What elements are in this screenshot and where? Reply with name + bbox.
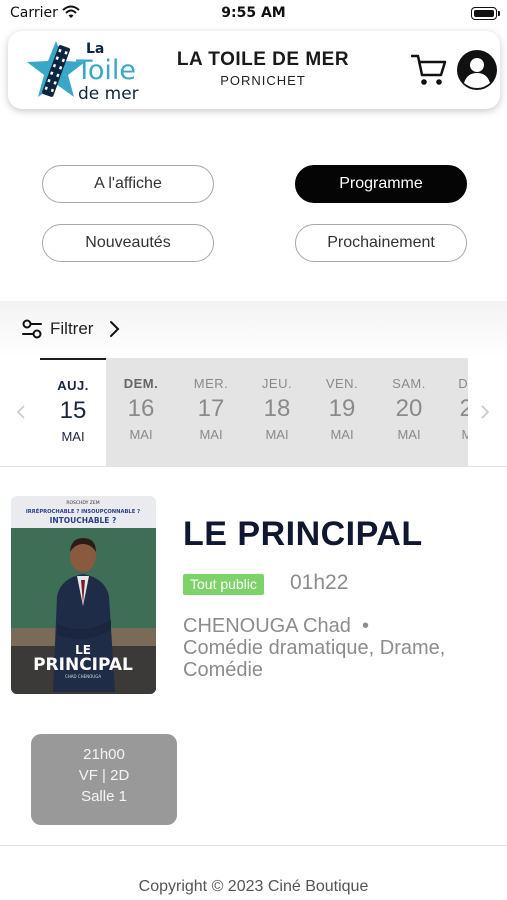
tab-programme[interactable]: Programme <box>295 165 467 203</box>
status-bar: Carrier 9:55 AM <box>0 0 507 28</box>
account-icon[interactable] <box>457 50 497 90</box>
movie-meta: CHENOUGA Chad • Comédie dramatique, Dram… <box>183 615 483 681</box>
date-item[interactable]: VEN. 19 MAI <box>309 358 375 468</box>
date-month: MAI <box>61 429 85 444</box>
date-dow: DIM. <box>458 376 468 391</box>
cinema-city: PORNICHET <box>220 73 306 88</box>
poster-credit: CHAD CHENOUGA <box>65 674 101 679</box>
filter-icon[interactable] <box>22 319 42 339</box>
showtime-room: Salle 1 <box>81 788 127 805</box>
movie-director: CHENOUGA Chad <box>183 615 351 637</box>
poster-tagline-1: IRRÉPROCHABLE ? INSOUPÇONNABLE ? <box>26 507 140 515</box>
date-month: MAI <box>461 427 468 442</box>
date-item[interactable]: DEM. 16 MAI <box>108 358 174 468</box>
date-item[interactable]: JEU. 18 MAI <box>244 358 310 468</box>
date-month: MAI <box>199 427 223 442</box>
chevron-right-icon[interactable] <box>478 402 492 422</box>
app-header: La Toile de mer LA TOILE DE MER PORNICHE… <box>8 31 500 109</box>
copyright: Copyright © 2023 Ciné Boutique <box>138 878 369 895</box>
showtime-button[interactable]: 21h00 VF | 2D Salle 1 <box>31 734 177 825</box>
date-day: 20 <box>395 395 423 422</box>
date-dow: MER. <box>193 376 229 391</box>
date-item[interactable]: MER. 17 MAI <box>178 358 244 468</box>
chevron-right-icon[interactable] <box>108 320 120 338</box>
movie-genres: Comédie dramatique, Drame, Comédie <box>183 637 446 681</box>
date-day: 16 <box>127 395 155 422</box>
logo-demer: de mer <box>78 84 139 103</box>
date-dow: DEM. <box>123 376 159 391</box>
date-day: 18 <box>263 395 291 422</box>
date-day: 17 <box>197 395 225 422</box>
date-dow: SAM. <box>392 376 426 391</box>
date-selector: AUJ. 15 MAI DEM. 16 MAI MER. 17 MAI JEU.… <box>40 358 468 468</box>
tab-prochainement[interactable]: Prochainement <box>295 224 467 262</box>
movie-poster[interactable]: ROSCHDY ZEM IRRÉPROCHABLE ? INSOUPÇONNAB… <box>11 496 156 694</box>
logo-toile: Toile <box>75 55 136 86</box>
cart-icon[interactable] <box>411 53 447 87</box>
date-item[interactable]: AUJ. 15 MAI <box>40 358 106 468</box>
poster-top-tag: ROSCHDY ZEM <box>66 500 99 506</box>
battery-icon <box>471 7 500 20</box>
date-month: MAI <box>330 427 354 442</box>
filter-button[interactable]: Filtrer <box>50 319 93 339</box>
date-month: MAI <box>397 427 421 442</box>
movie-title[interactable]: LE PRINCIPAL <box>183 515 423 554</box>
movie-duration: 01h22 <box>290 571 349 594</box>
separator-dot: • <box>350 615 369 637</box>
date-item[interactable]: DIM. 21 MAI <box>440 358 468 468</box>
showtime-time: 21h00 <box>83 746 125 763</box>
poster-tagline-2: INTOUCHABLE ? <box>50 516 117 525</box>
date-day: 15 <box>59 397 87 424</box>
rating-badge: Tout public <box>183 574 264 595</box>
tab-a-laffiche[interactable]: A l'affiche <box>42 165 214 203</box>
divider <box>0 845 507 846</box>
cinema-name: LA TOILE DE MER <box>176 49 350 70</box>
date-day: 19 <box>328 395 356 422</box>
clock: 9:55 AM <box>221 5 286 21</box>
chevron-left-icon[interactable] <box>14 402 28 422</box>
cinema-logo[interactable]: La Toile de mer <box>16 37 156 103</box>
date-dow: AUJ. <box>57 378 89 393</box>
tab-nouveautes[interactable]: Nouveautés <box>42 224 214 262</box>
date-item[interactable]: SAM. 20 MAI <box>376 358 442 468</box>
date-day: 21 <box>459 395 468 422</box>
poster-title-line2: PRINCIPAL <box>33 655 133 675</box>
date-dow: JEU. <box>261 376 293 391</box>
date-month: MAI <box>265 427 289 442</box>
divider <box>0 466 507 467</box>
date-dow: VEN. <box>325 376 359 391</box>
date-month: MAI <box>129 427 153 442</box>
showtime-format: VF | 2D <box>78 767 130 784</box>
